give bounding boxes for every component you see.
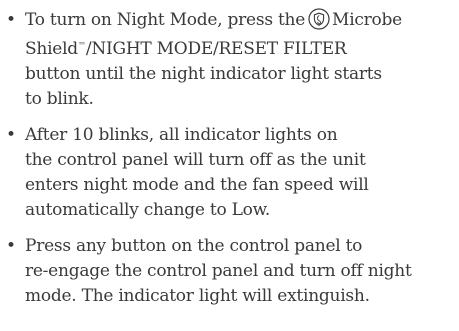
list-item: • To turn on Night Mode, press the Micro…	[4, 8, 456, 112]
text-line: To turn on Night Mode, press the Microbe	[25, 8, 402, 30]
bullet: •	[6, 236, 16, 256]
text-line: button until the night indicator light s…	[25, 64, 382, 84]
text-line: Press any button on the control panel to	[25, 236, 363, 256]
list-item: • After 10 blinks, all indicator lights …	[4, 123, 456, 223]
text-line: Shield™/NIGHT MODE/RESET FILTER	[25, 39, 347, 59]
text-line: to blink.	[25, 89, 94, 109]
microbe-shield-icon	[308, 8, 330, 30]
list-item: • Press any button on the control panel …	[4, 234, 456, 309]
bullet: •	[6, 125, 16, 145]
text-line: mode. The indicator light will extinguis…	[25, 286, 370, 306]
text-line: the control panel will turn off as the u…	[25, 150, 366, 170]
text-line: After 10 blinks, all indicator lights on	[25, 125, 338, 145]
bullet: •	[6, 10, 16, 30]
text-line: automatically change to Low.	[25, 200, 271, 220]
instruction-list: • To turn on Night Mode, press the Micro…	[4, 8, 456, 320]
text-line: re-engage the control panel and turn off…	[25, 261, 412, 281]
text-line: enters night mode and the fan speed will	[25, 175, 369, 195]
trademark-symbol: ™	[77, 41, 86, 50]
